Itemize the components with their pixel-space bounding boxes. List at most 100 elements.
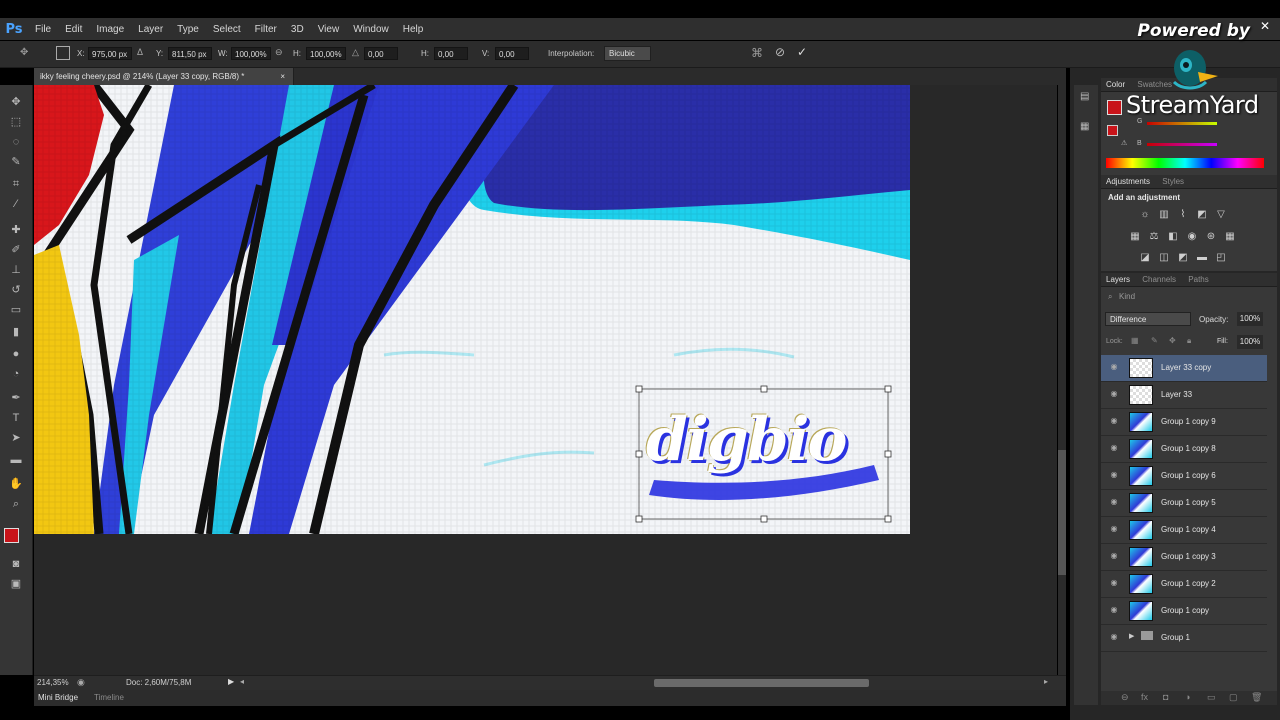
layer-visibility-eye-icon[interactable]: ◉: [1109, 416, 1119, 425]
vertical-scrollbar-thumb[interactable]: [1058, 450, 1066, 575]
tab-layers[interactable]: Layers: [1101, 275, 1135, 284]
move-tool-preset-icon[interactable]: ✥: [20, 47, 28, 58]
blur-tool-icon[interactable]: ●: [8, 347, 24, 361]
lock-position-icon[interactable]: ✥: [1169, 336, 1176, 345]
delete-layer-icon[interactable]: 🗑︎: [1251, 692, 1262, 703]
layer-row[interactable]: ◉ Group 1 copy 9: [1101, 409, 1267, 436]
black-white-adjustment-icon[interactable]: ◧: [1167, 231, 1179, 242]
curves-adjustment-icon[interactable]: ⌇: [1177, 209, 1189, 220]
scroll-left-icon[interactable]: ◂: [240, 677, 244, 686]
shape-tool-icon[interactable]: ▬: [8, 453, 24, 467]
screen-mode-icon[interactable]: ▣: [8, 577, 24, 591]
tab-styles[interactable]: Styles: [1157, 177, 1189, 186]
lock-transparent-icon[interactable]: ▦: [1131, 336, 1139, 345]
channel-mixer-adjustment-icon[interactable]: ⊛: [1205, 231, 1217, 242]
layer-row[interactable]: ◉ ▶ Group 1: [1101, 625, 1267, 652]
menu-help[interactable]: Help: [396, 24, 431, 35]
menu-3d[interactable]: 3D: [284, 24, 311, 35]
blend-mode-select[interactable]: Difference: [1105, 312, 1191, 326]
layer-visibility-eye-icon[interactable]: ◉: [1109, 470, 1119, 479]
clone-stamp-tool-icon[interactable]: ⊥: [8, 263, 24, 277]
tab-paths[interactable]: Paths: [1183, 275, 1213, 284]
opacity-field[interactable]: 100%: [1237, 312, 1263, 326]
width-field[interactable]: 100,00%: [231, 47, 271, 60]
x-field[interactable]: 975,00 px: [88, 47, 132, 60]
tab-timeline[interactable]: Timeline: [94, 693, 124, 702]
layer-row[interactable]: ◉ Group 1 copy 6: [1101, 463, 1267, 490]
interpolation-select[interactable]: Bicubic: [604, 46, 651, 61]
fill-field[interactable]: 100%: [1237, 335, 1263, 349]
gradient-tool-icon[interactable]: ▮: [8, 325, 24, 339]
type-tool-icon[interactable]: T: [8, 411, 24, 425]
layer-visibility-eye-icon[interactable]: ◉: [1109, 362, 1119, 371]
layer-filter-icon[interactable]: ⌕: [1108, 292, 1112, 302]
pen-tool-icon[interactable]: ✒: [8, 391, 24, 405]
menu-layer[interactable]: Layer: [131, 24, 170, 35]
exposure-adjustment-icon[interactable]: ◩: [1196, 209, 1208, 220]
document-tab-close-icon[interactable]: ×: [280, 68, 285, 85]
marquee-tool-icon[interactable]: ⬚: [8, 115, 24, 129]
crop-tool-icon[interactable]: ⌗: [8, 177, 24, 191]
history-panel-icon[interactable]: ▤: [1080, 91, 1089, 102]
status-menu-arrow-icon[interactable]: ▶: [228, 677, 234, 686]
selective-color-adjustment-icon[interactable]: ◰: [1215, 252, 1227, 263]
menu-filter[interactable]: Filter: [248, 24, 284, 35]
new-layer-icon[interactable]: ▢: [1229, 692, 1238, 703]
vskew-field[interactable]: 0,00: [495, 47, 529, 60]
zoom-tool-icon[interactable]: ⌕: [8, 497, 24, 511]
layer-visibility-eye-icon[interactable]: ◉: [1109, 524, 1119, 533]
healing-tool-icon[interactable]: ✚: [8, 223, 24, 237]
document-tab[interactable]: ikky feeling cheery.psd @ 214% (Layer 33…: [34, 68, 294, 85]
new-adjustment-layer-icon[interactable]: ◑: [1185, 692, 1190, 702]
menu-view[interactable]: View: [311, 24, 347, 35]
lock-all-icon[interactable]: 🔒︎: [1187, 336, 1191, 346]
height-field[interactable]: 100,00%: [306, 47, 346, 60]
threshold-adjustment-icon[interactable]: ◩: [1177, 252, 1189, 263]
menu-select[interactable]: Select: [206, 24, 248, 35]
document-workspace[interactable]: digbio: [34, 85, 1066, 675]
hand-tool-icon[interactable]: ✋: [8, 477, 24, 491]
eyedropper-tool-icon[interactable]: ⁄: [8, 197, 24, 211]
color-spectrum-bar[interactable]: [1106, 158, 1264, 168]
layer-style-icon[interactable]: fx: [1141, 692, 1148, 702]
layer-filter-kind[interactable]: Kind: [1119, 292, 1135, 301]
menu-edit[interactable]: Edit: [58, 24, 89, 35]
scroll-right-icon[interactable]: ▸: [1044, 677, 1048, 686]
vibrance-adjustment-icon[interactable]: ▽: [1215, 209, 1227, 220]
delta-icon[interactable]: Δ: [137, 47, 143, 57]
layer-visibility-eye-icon[interactable]: ◉: [1109, 389, 1119, 398]
tab-channels[interactable]: Channels: [1137, 275, 1181, 284]
layer-row[interactable]: ◉ Group 1 copy 3: [1101, 544, 1267, 571]
menu-image[interactable]: Image: [89, 24, 131, 35]
layer-row[interactable]: ◉ Group 1 copy: [1101, 598, 1267, 625]
move-tool-icon[interactable]: ✥: [8, 95, 24, 109]
levels-adjustment-icon[interactable]: ▥: [1158, 209, 1170, 220]
quick-select-tool-icon[interactable]: ✎: [8, 155, 24, 169]
gradient-map-adjustment-icon[interactable]: ▬: [1196, 252, 1208, 263]
layer-visibility-eye-icon[interactable]: ◉: [1109, 497, 1119, 506]
brightness-adjustment-icon[interactable]: ☼: [1139, 209, 1151, 220]
invert-adjustment-icon[interactable]: ◪: [1139, 252, 1151, 263]
properties-panel-icon[interactable]: ▦: [1080, 121, 1089, 132]
overlay-close-icon[interactable]: ✕: [1260, 19, 1270, 33]
path-select-tool-icon[interactable]: ➤: [8, 431, 24, 445]
photo-filter-adjustment-icon[interactable]: ◉: [1186, 231, 1198, 242]
layer-visibility-eye-icon[interactable]: ◉: [1109, 443, 1119, 452]
document-info[interactable]: Doc: 2,60M/75,8M: [126, 678, 191, 687]
hue-saturation-adjustment-icon[interactable]: ▦: [1129, 231, 1141, 242]
link-layers-icon[interactable]: ⊖: [1121, 692, 1129, 703]
commit-transform-icon[interactable]: ✓: [797, 45, 807, 59]
layer-row[interactable]: ◉ Layer 33 copy: [1101, 355, 1267, 382]
link-icon[interactable]: ⊖: [275, 47, 283, 58]
horizontal-scrollbar-thumb[interactable]: [654, 679, 869, 687]
foreground-color-swatch[interactable]: [4, 528, 19, 543]
tab-adjustments[interactable]: Adjustments: [1101, 177, 1155, 186]
color-lookup-adjustment-icon[interactable]: ▦: [1224, 231, 1236, 242]
layer-row[interactable]: ◉ Group 1 copy 4: [1101, 517, 1267, 544]
lasso-tool-icon[interactable]: ◌: [8, 135, 24, 149]
menu-file[interactable]: File: [28, 24, 58, 35]
posterize-adjustment-icon[interactable]: ◫: [1158, 252, 1170, 263]
tab-mini-bridge[interactable]: Mini Bridge: [38, 693, 78, 702]
history-brush-tool-icon[interactable]: ↺: [8, 283, 24, 297]
reference-point-icon[interactable]: [56, 46, 70, 60]
